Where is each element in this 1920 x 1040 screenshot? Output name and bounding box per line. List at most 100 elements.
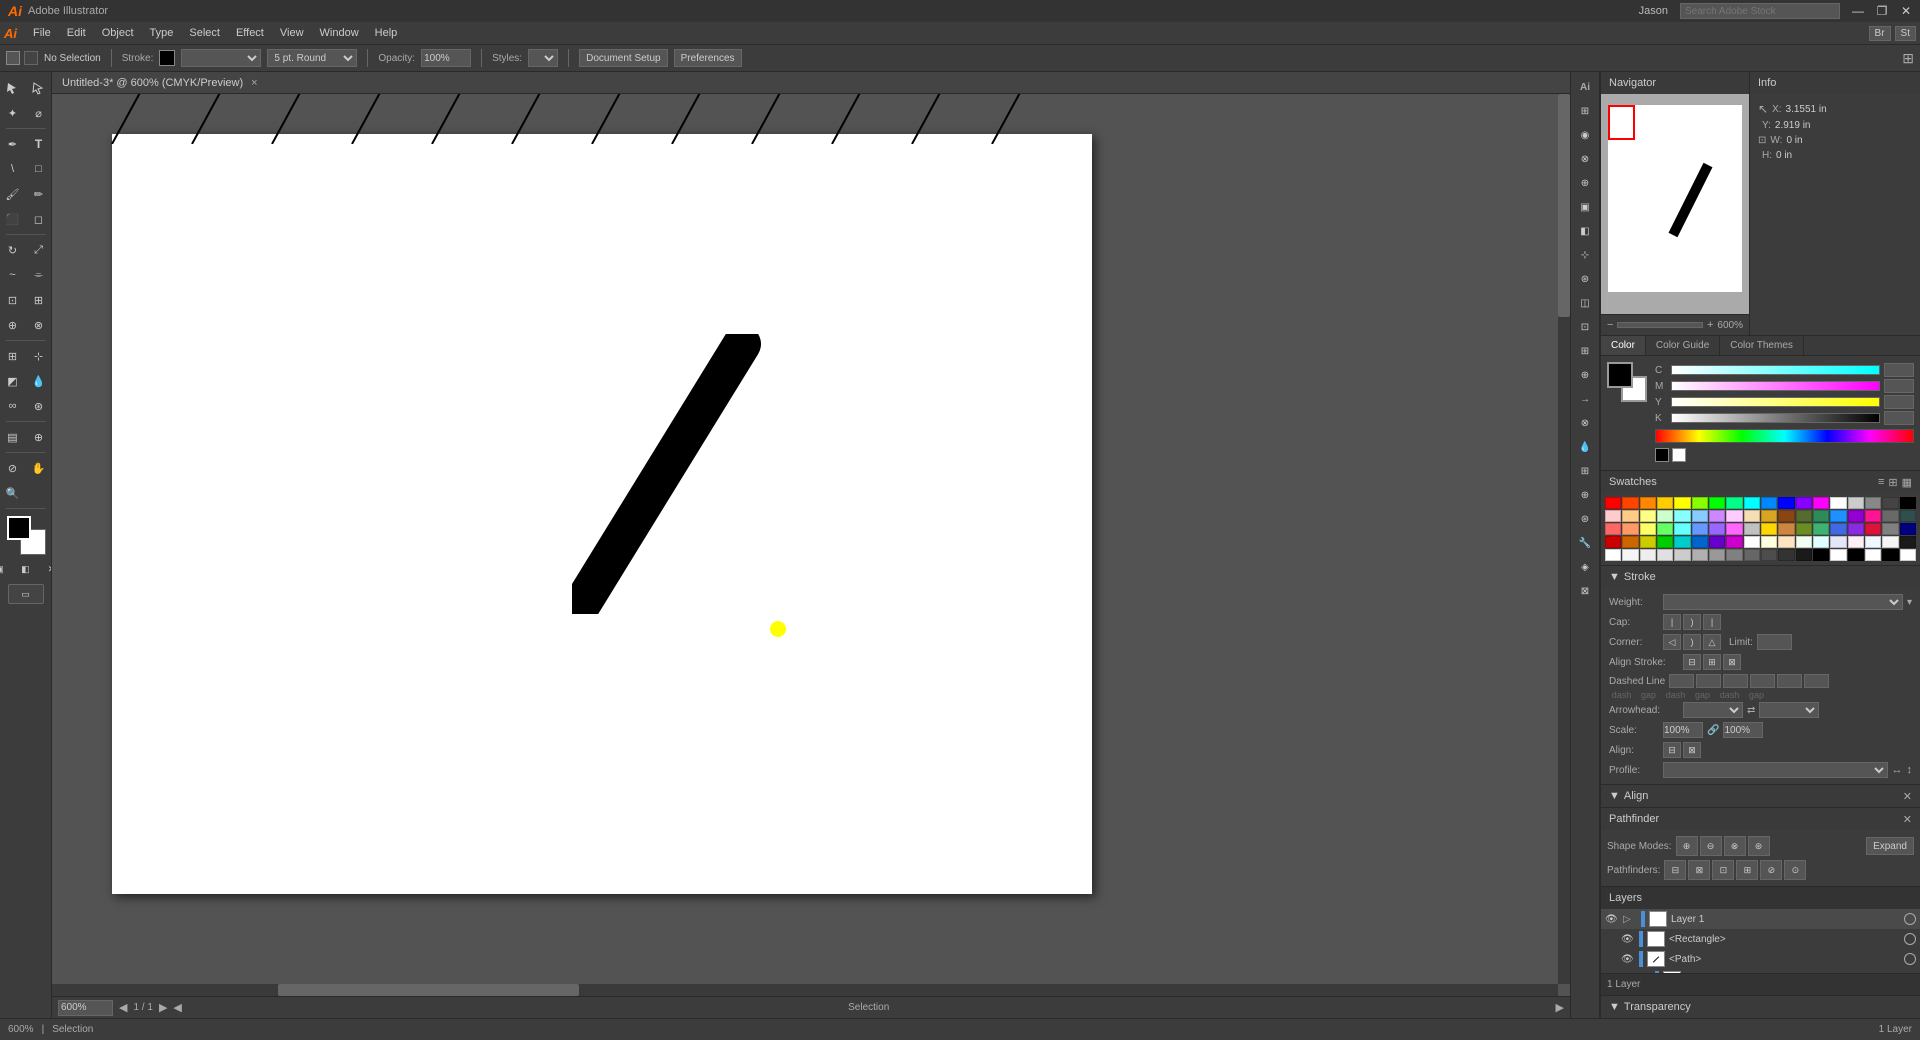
swatch[interactable] [1692, 510, 1708, 522]
swatch[interactable] [1830, 497, 1846, 509]
swatch[interactable] [1674, 510, 1690, 522]
document-canvas[interactable] [112, 134, 1092, 894]
swatch[interactable] [1848, 536, 1864, 548]
cap-round-btn[interactable]: ) [1683, 614, 1701, 630]
mid-btn-3[interactable]: ⊗ [1574, 148, 1596, 170]
canvas-nav-left[interactable]: ◀ [173, 1001, 181, 1014]
align-outside-btn[interactable]: ⊠ [1723, 654, 1741, 670]
perspective-grid-btn[interactable]: ⊞ [1, 344, 25, 368]
swatch[interactable] [1692, 523, 1708, 535]
menu-edit[interactable]: Edit [59, 25, 94, 41]
swatch[interactable] [1744, 510, 1760, 522]
swatch[interactable] [1830, 536, 1846, 548]
swatch[interactable] [1761, 510, 1777, 522]
mid-btn-2[interactable]: ◉ [1574, 124, 1596, 146]
swatch-list-icon[interactable]: ⊞ [1888, 476, 1897, 489]
screen-mode-btn[interactable]: ▭ [8, 584, 44, 604]
color-guide-tab[interactable]: Color Guide [1646, 336, 1720, 355]
gap-2[interactable] [1750, 674, 1775, 688]
path-eye-icon[interactable]: 👁 [1621, 954, 1635, 965]
swatch[interactable] [1674, 536, 1690, 548]
swatch[interactable] [1657, 523, 1673, 535]
menu-select[interactable]: Select [181, 25, 228, 41]
gradient-tool-btn[interactable]: ◩ [1, 369, 25, 393]
swatch[interactable] [1778, 549, 1794, 561]
mid-btn-7[interactable]: ⊹ [1574, 244, 1596, 266]
swatch[interactable] [1778, 497, 1794, 509]
profile-select[interactable] [1663, 762, 1888, 778]
corner-round-btn[interactable]: ) [1683, 634, 1701, 650]
mid-ai-btn[interactable]: Ai [1574, 76, 1596, 98]
swatch[interactable] [1640, 523, 1656, 535]
mid-btn-1[interactable]: ⊞ [1574, 100, 1596, 122]
align2-btn-2[interactable]: ⊠ [1683, 742, 1701, 758]
minus-back-btn[interactable]: ⊙ [1784, 860, 1806, 880]
align2-btn-1[interactable]: ⊟ [1663, 742, 1681, 758]
swatch[interactable] [1813, 523, 1829, 535]
cap-square-btn[interactable]: | [1703, 614, 1721, 630]
stroke-width-select[interactable]: 5 pt. Round [267, 49, 357, 67]
zoom-in-icon[interactable]: + [1707, 319, 1713, 331]
puppet-warp-btn[interactable]: ⊞ [27, 288, 51, 312]
swatch[interactable] [1709, 497, 1725, 509]
swatch[interactable] [1622, 549, 1638, 561]
free-transform-btn[interactable]: ⊡ [1, 288, 25, 312]
swatch[interactable] [1848, 497, 1864, 509]
mesh-tool-btn[interactable]: ⊹ [27, 344, 51, 368]
swatch[interactable] [1640, 536, 1656, 548]
crop-btn[interactable]: ⊞ [1736, 860, 1758, 880]
normal-mode-btn[interactable]: ▣ [0, 557, 12, 581]
mid-btn-15[interactable]: 💧 [1574, 436, 1596, 458]
gradient-mode-btn[interactable]: ◧ [14, 557, 38, 581]
swatch[interactable] [1761, 536, 1777, 548]
shape-builder-btn[interactable]: ⊕ [1, 313, 25, 337]
mid-btn-19[interactable]: 🔧 [1574, 532, 1596, 554]
swatch[interactable] [1813, 510, 1829, 522]
swatch[interactable] [1761, 497, 1777, 509]
zoom-out-icon[interactable]: − [1607, 319, 1613, 331]
swatch[interactable] [1605, 536, 1621, 548]
mid-btn-6[interactable]: ◧ [1574, 220, 1596, 242]
rect-tool-btn[interactable]: □ [27, 157, 51, 181]
swatch[interactable] [1605, 510, 1621, 522]
layer1-circle[interactable] [1904, 913, 1916, 925]
menu-type[interactable]: Type [142, 25, 182, 41]
swatch[interactable] [1726, 536, 1742, 548]
rect-circle[interactable] [1904, 933, 1916, 945]
swatch[interactable] [1744, 523, 1760, 535]
swatch[interactable] [1726, 523, 1742, 535]
swatch[interactable] [1900, 510, 1916, 522]
minus-front-btn[interactable]: ⊖ [1700, 836, 1722, 856]
path-circle[interactable] [1904, 953, 1916, 965]
swatch[interactable] [1830, 510, 1846, 522]
swatch[interactable] [1813, 549, 1829, 561]
swatch-menu-icon[interactable]: ≡ [1878, 476, 1884, 489]
pathfinder-header[interactable]: Pathfinder ✕ [1601, 808, 1920, 830]
swatch[interactable] [1813, 536, 1829, 548]
warp-tool-btn[interactable]: ~ [1, 263, 25, 287]
k-value-input[interactable] [1884, 411, 1914, 425]
expand-btn[interactable]: Expand [1866, 837, 1914, 855]
outline-btn[interactable]: ⊘ [1760, 860, 1782, 880]
mid-btn-17[interactable]: ⊕ [1574, 484, 1596, 506]
swatch[interactable] [1778, 536, 1794, 548]
align-header[interactable]: ▼ Align ✕ [1601, 785, 1920, 807]
scroll-right-btn[interactable]: ▶ [1556, 1001, 1564, 1014]
zoom-slider[interactable] [1617, 322, 1703, 328]
swatch[interactable] [1726, 510, 1742, 522]
preferences-btn[interactable]: Preferences [674, 49, 742, 67]
magic-wand-tool-btn[interactable]: ✦ [1, 101, 25, 125]
swatch[interactable] [1640, 549, 1656, 561]
gap-3[interactable] [1804, 674, 1829, 688]
zoom-tool-btn[interactable]: 🔍 [1, 481, 25, 505]
type-tool-btn[interactable]: T [27, 132, 51, 156]
stock-btn[interactable]: St [1895, 26, 1916, 41]
swatch[interactable] [1709, 536, 1725, 548]
swatch[interactable] [1830, 549, 1846, 561]
swatch[interactable] [1709, 523, 1725, 535]
direct-selection-tool-btn[interactable] [27, 76, 51, 100]
menu-file[interactable]: File [25, 25, 59, 41]
swatch[interactable] [1744, 497, 1760, 509]
transparency-header[interactable]: ▼ Transparency [1601, 996, 1920, 1018]
exclude-btn[interactable]: ⊛ [1748, 836, 1770, 856]
